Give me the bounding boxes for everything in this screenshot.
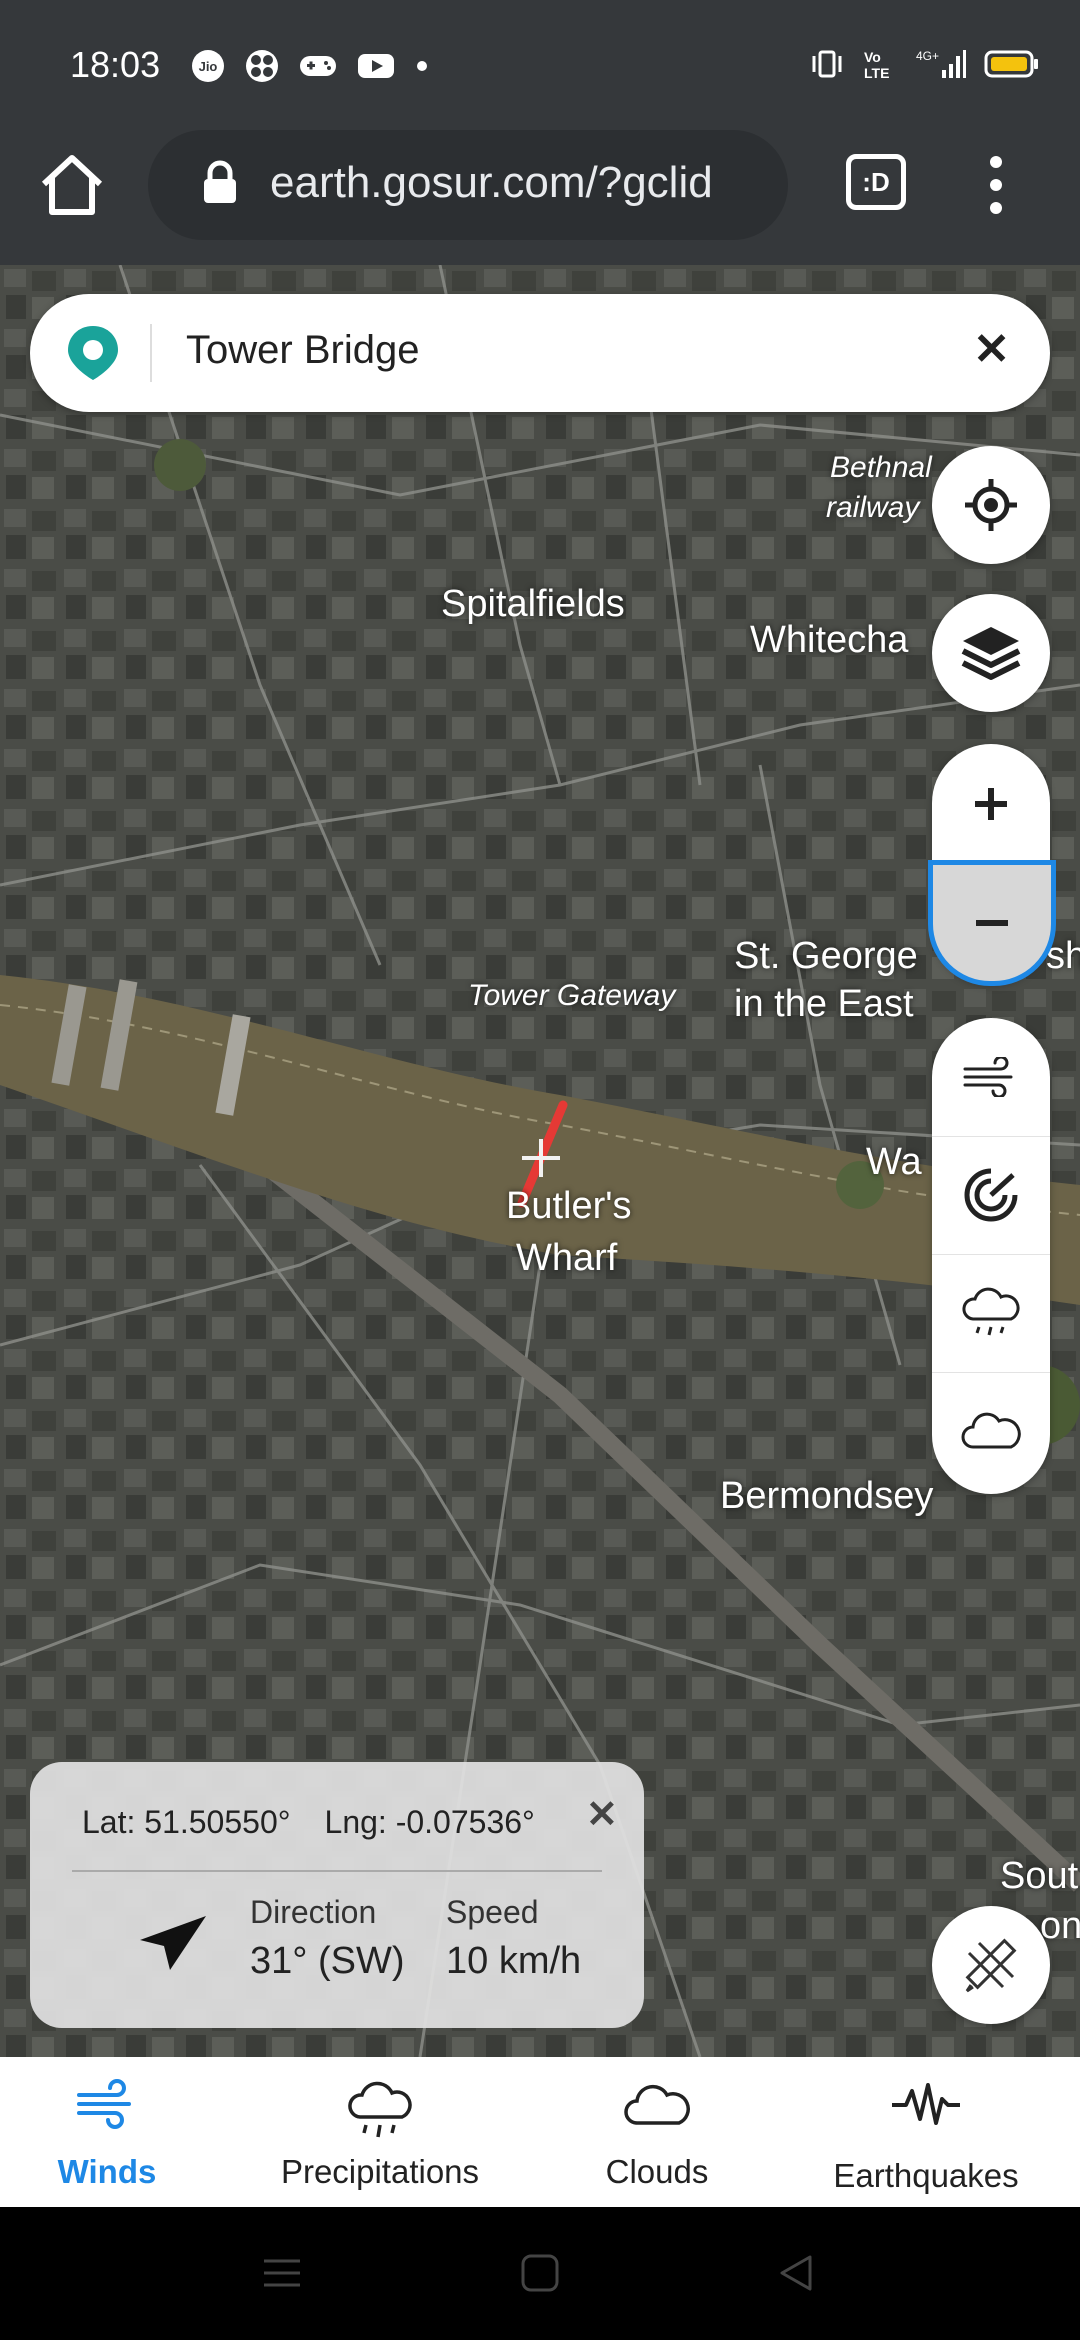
draw-tool-button[interactable] <box>932 1906 1050 2024</box>
wind-direction-arrow-icon <box>140 1916 206 1970</box>
zoom-out-button[interactable] <box>928 860 1056 986</box>
system-navigation-bar <box>0 2207 1080 2340</box>
jio-icon: Jio <box>192 50 224 82</box>
map-label-south: Sout <box>1000 1855 1079 1897</box>
nav-winds[interactable]: Winds <box>0 2057 214 2207</box>
map-label-whitechapel: Whitecha <box>750 619 909 661</box>
map-label-in-the-east: in the East <box>734 983 914 1025</box>
zoom-controls <box>928 744 1056 986</box>
more-options-icon[interactable] <box>976 150 1016 220</box>
radar-icon <box>964 1168 1018 1222</box>
map-label-tower-gateway: Tower Gateway <box>468 979 676 1012</box>
nav-precipitations[interactable]: Precipitations <box>250 2057 510 2207</box>
rain-cloud-icon <box>962 1287 1020 1336</box>
status-time: 18:03 <box>70 44 161 85</box>
winds-icon <box>77 2079 131 2129</box>
speed-label: Speed <box>446 1894 539 1930</box>
notification-icons: Jio <box>190 48 430 84</box>
wind-overlay-button[interactable] <box>932 1018 1050 1137</box>
map-label-railway: railway <box>826 491 920 524</box>
map-label-bethnal: Bethnal <box>830 451 932 484</box>
map-label-wapping: Wa <box>866 1141 922 1183</box>
status-bar: 18:03 Jio Vo LTE 4G+ <box>0 0 1080 130</box>
close-info-icon[interactable]: ✕ <box>586 1792 618 1837</box>
clear-search-icon[interactable]: ✕ <box>973 324 1010 375</box>
info-divider <box>72 1870 602 1872</box>
status-right: Vo LTE 4G+ <box>810 46 1040 82</box>
browser-toolbar: earth.gosur.com/?gclid :D <box>0 130 1080 265</box>
radar-overlay-button[interactable] <box>932 1136 1050 1255</box>
zoom-in-button[interactable] <box>932 744 1050 864</box>
nav-precipitations-label: Precipitations <box>280 2153 480 2190</box>
nav-earthquakes-label: Earthquakes <box>833 2157 1019 2194</box>
svg-text:LTE: LTE <box>864 65 889 81</box>
vibrate-icon <box>812 50 842 78</box>
map-label-st-george: St. George <box>734 935 918 977</box>
volte-icon: VoLTE <box>864 49 889 81</box>
lock-icon[interactable] <box>200 160 240 204</box>
home-nav-icon[interactable] <box>520 2253 560 2293</box>
direction-label: Direction <box>250 1894 377 1930</box>
latitude: Lat: 51.50550° <box>82 1804 291 1840</box>
direction-value: 31° (SW) <box>250 1940 405 1982</box>
earthquakes-icon <box>892 2083 960 2125</box>
nav-winds-label: Winds <box>57 2153 157 2190</box>
app-notification-icon <box>246 50 278 82</box>
map-label-bermondsey: Bermondsey <box>720 1475 934 1517</box>
svg-text:4G+: 4G+ <box>916 49 939 63</box>
back-nav-icon[interactable] <box>776 2253 816 2293</box>
location-pin-logo-icon[interactable] <box>62 322 124 384</box>
clouds-icon <box>624 2084 690 2125</box>
recent-apps-icon[interactable] <box>262 2255 302 2291</box>
search-input[interactable]: Tower Bridge <box>186 328 419 373</box>
search-divider <box>150 324 152 382</box>
cloud-icon <box>961 1412 1021 1449</box>
map-label-on: on <box>1040 1905 1080 1947</box>
svg-text:Jio: Jio <box>199 59 218 74</box>
overlay-layers-panel <box>932 1018 1050 1494</box>
wind-info-panel: Lat: 51.50550° Lng: -0.07536° ✕ Direction… <box>30 1762 644 2028</box>
nav-earthquakes[interactable]: Earthquakes <box>820 2057 1032 2207</box>
cloud-overlay-button[interactable] <box>932 1372 1050 1490</box>
minus-icon <box>976 920 1008 926</box>
address-bar[interactable]: earth.gosur.com/?gclid <box>148 130 788 240</box>
home-icon[interactable] <box>36 150 108 222</box>
longitude: Lng: -0.07536° <box>324 1804 535 1840</box>
map-layers-button[interactable] <box>932 594 1050 712</box>
tab-switcher-button[interactable]: :D <box>846 154 906 210</box>
url-text[interactable]: earth.gosur.com/?gclid <box>270 158 780 208</box>
gamepad-icon <box>300 56 336 76</box>
precipitations-icon <box>348 2081 412 2138</box>
youtube-icon <box>358 54 394 78</box>
search-bar[interactable]: Tower Bridge ✕ <box>30 294 1050 412</box>
nav-clouds-label: Clouds <box>605 2153 709 2190</box>
map-label-butlers: Butler's <box>506 1185 632 1227</box>
my-location-button[interactable] <box>932 446 1050 564</box>
rain-overlay-button[interactable] <box>932 1254 1050 1373</box>
coordinates: Lat: 51.50550° Lng: -0.07536° <box>82 1804 569 1841</box>
wind-icon <box>963 1057 1013 1097</box>
more-notifications-icon <box>417 61 427 71</box>
speed-value: 10 km/h <box>446 1940 582 1982</box>
battery-icon <box>984 50 1038 78</box>
layers-icon <box>961 627 1021 680</box>
svg-text:Vo: Vo <box>864 49 881 65</box>
nav-clouds[interactable]: Clouds <box>570 2057 744 2207</box>
map-label-spitalfields: Spitalfields <box>441 583 625 625</box>
signal-icon: 4G+ <box>916 49 966 78</box>
pencil-ruler-icon <box>965 1938 1017 1993</box>
plus-icon <box>975 788 1007 820</box>
map-label-wharf: Wharf <box>516 1237 618 1279</box>
crosshair-gps-icon <box>965 479 1017 531</box>
bottom-navigation: Winds Precipitations Clouds Earthquakes <box>0 2057 1080 2207</box>
